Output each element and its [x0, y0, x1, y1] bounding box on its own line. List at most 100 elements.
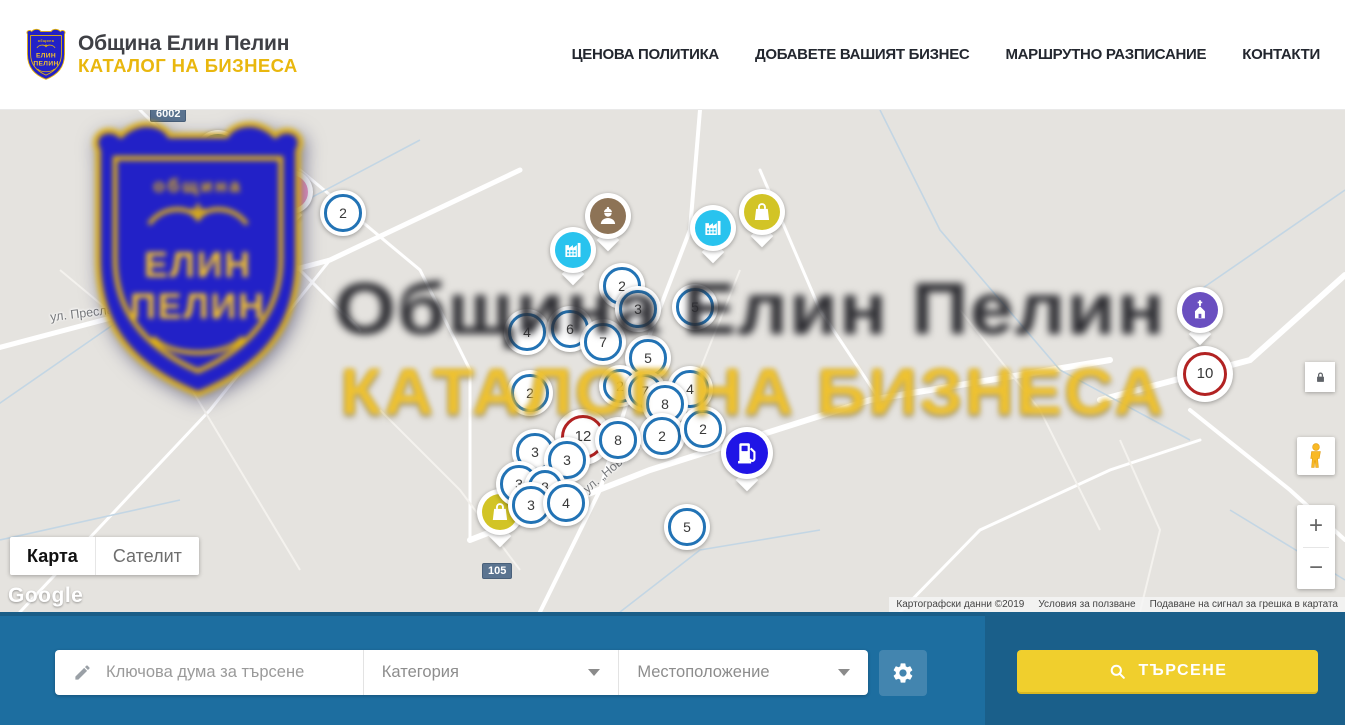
cluster-marker[interactable]: 2: [166, 158, 212, 204]
cluster-count: 8: [614, 432, 622, 448]
cluster-marker[interactable]: 2: [639, 413, 685, 459]
location-value: Местоположение: [637, 663, 769, 682]
cluster-marker[interactable]: 2: [320, 190, 366, 236]
pencil-icon: [73, 663, 92, 682]
cluster-ring: 10: [1183, 352, 1227, 396]
cluster-count: 4: [523, 324, 531, 340]
gear-icon: [891, 661, 915, 685]
cluster-count: 12: [258, 166, 275, 183]
cluster-ring: 5: [668, 508, 705, 545]
factory-pin[interactable]: [690, 205, 736, 251]
cluster-ring: 2: [643, 417, 680, 454]
attribution-data: Картографски данни ©2019: [889, 599, 1031, 610]
category-dropdown[interactable]: Категория: [363, 650, 619, 695]
nav-item-route-schedule[interactable]: МАРШРУТНО РАЗПИСАНИЕ: [1005, 46, 1206, 63]
fuel-pin[interactable]: [721, 427, 773, 479]
advanced-settings-button[interactable]: [879, 650, 927, 696]
cluster-ring: 5: [676, 288, 713, 325]
cluster-count: 5: [691, 299, 699, 315]
church-pin[interactable]: [1177, 287, 1223, 333]
map-type-control: Карта Сателит: [10, 537, 199, 575]
cluster-count: 3: [634, 301, 642, 317]
keyword-input[interactable]: [104, 662, 328, 683]
cluster-marker[interactable]: 10: [1177, 346, 1233, 402]
factory-icon: [560, 237, 586, 263]
cluster-count: 2: [526, 385, 534, 401]
attribution-terms-link[interactable]: Условия за ползване: [1031, 599, 1142, 610]
cluster-ring: 3: [619, 290, 656, 327]
search-button[interactable]: ТЪРСЕНЕ: [1017, 650, 1318, 694]
chevron-down-icon: [838, 669, 850, 676]
cluster-marker[interactable]: 5: [672, 284, 718, 330]
cluster-marker[interactable]: 2: [680, 406, 726, 452]
cluster-ring: 2: [684, 410, 721, 447]
cluster-marker[interactable]: 7: [580, 319, 626, 365]
nav-item-contacts[interactable]: КОНТАКТИ: [1242, 46, 1320, 63]
zoom-out-button[interactable]: −: [1297, 548, 1335, 590]
logo-shield: община ЕЛИН ПЕЛИН: [25, 28, 67, 81]
lock-control[interactable]: [1305, 362, 1335, 392]
cluster-marker[interactable]: 12: [238, 147, 294, 203]
cluster-ring: 2: [511, 374, 548, 411]
page: община ЕЛИН ПЕЛИН Община Елин Пелин КАТА…: [0, 0, 1345, 725]
map-canvas[interactable]: ул. Преславбул. „Новосел6002105: [0, 110, 1345, 612]
keyword-field: [55, 650, 363, 695]
cluster-count: 8: [661, 396, 669, 412]
header: община ЕЛИН ПЕЛИН Община Елин Пелин КАТА…: [0, 0, 1345, 110]
cluster-marker[interactable]: 5: [664, 504, 710, 550]
cluster-count: 5: [683, 519, 691, 535]
factory-pin[interactable]: [550, 227, 596, 273]
pin-inner: [695, 210, 731, 246]
pegman-control[interactable]: [1297, 437, 1335, 475]
cluster-count: 6: [566, 321, 574, 337]
fuel-icon: [732, 438, 762, 468]
factory-icon: [145, 144, 171, 170]
worker-icon: [595, 203, 621, 229]
location-dropdown[interactable]: Местоположение: [618, 650, 868, 695]
site-logo[interactable]: община ЕЛИН ПЕЛИН Община Елин Пелин КАТА…: [25, 28, 298, 81]
attribution-report-link[interactable]: Подаване на сигнал за грешка в картата: [1143, 599, 1345, 610]
map-type-map-button[interactable]: Карта: [10, 537, 95, 575]
pin-inner: [555, 232, 591, 268]
chevron-down-icon: [588, 669, 600, 676]
cluster-marker[interactable]: 4: [543, 480, 589, 526]
svg-text:община: община: [38, 39, 55, 43]
cluster-count: 4: [686, 381, 694, 397]
cluster-count: 4: [562, 495, 570, 511]
bag-icon: [749, 199, 775, 225]
cluster-ring: 8: [599, 421, 636, 458]
cluster-marker[interactable]: 4: [504, 309, 550, 355]
cluster-marker[interactable]: 8: [595, 417, 641, 463]
pin-inner: [1182, 292, 1218, 328]
cluster-count: 3: [563, 452, 571, 468]
zoom-in-button[interactable]: +: [1297, 505, 1335, 547]
google-logo[interactable]: Google: [8, 584, 83, 608]
cluster-count: 3: [527, 497, 535, 513]
cluster-count: 2: [699, 421, 707, 437]
cluster-ring: 7: [584, 323, 621, 360]
pin-inner: [744, 194, 780, 230]
church-icon: [1187, 297, 1213, 323]
cluster-marker[interactable]: 3: [615, 286, 661, 332]
map-attribution: Картографски данни ©2019 Условия за полз…: [889, 597, 1345, 612]
zoom-control: + −: [1297, 505, 1335, 589]
lock-icon: [1313, 370, 1328, 385]
cluster-ring: 4: [508, 313, 545, 350]
search-icon: [1108, 662, 1127, 681]
cluster-marker[interactable]: 2: [507, 370, 553, 416]
cluster-ring: 4: [547, 484, 584, 521]
bag-pin[interactable]: [739, 189, 785, 235]
svg-text:ПЕЛИН: ПЕЛИН: [33, 60, 58, 67]
marker-layer: 3 2 5 12 2 2 3 5 4 6: [0, 110, 1345, 612]
cluster-count: 7: [599, 334, 607, 350]
factory-icon: [700, 215, 726, 241]
cluster-count: 5: [644, 350, 652, 366]
cluster-count: 2: [616, 378, 624, 394]
nav-item-pricing[interactable]: ЦЕНОВА ПОЛИТИКА: [572, 46, 719, 63]
nav-item-add-business[interactable]: ДОБАВЕТЕ ВАШИЯТ БИЗНЕС: [755, 46, 969, 63]
search-button-label: ТЪРСЕНЕ: [1139, 662, 1228, 680]
map-type-satellite-button[interactable]: Сателит: [95, 537, 199, 575]
pegman-icon: [1304, 442, 1328, 470]
cluster-ring: 2: [170, 162, 207, 199]
cluster-count: 2: [185, 173, 193, 189]
